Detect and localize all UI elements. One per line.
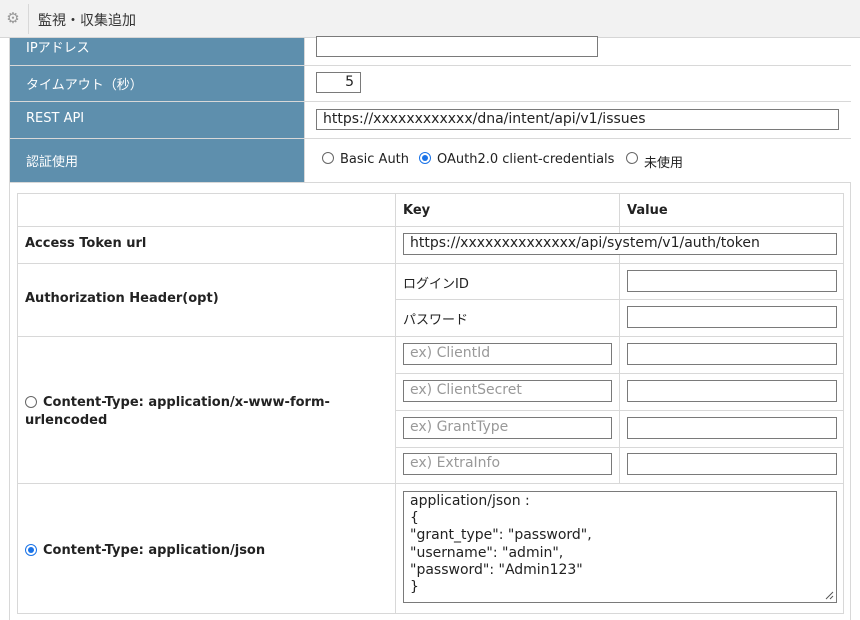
- row-divider: [395, 447, 843, 448]
- row-divider: [18, 483, 843, 484]
- row-divider: [395, 373, 843, 374]
- row-divider: [18, 263, 843, 264]
- gear-icon[interactable]: ⚙: [5, 10, 21, 26]
- timeout-label: タイムアウト（秒）: [26, 78, 143, 93]
- ip-address-input[interactable]: [316, 36, 598, 57]
- auth-none-radio[interactable]: [626, 152, 638, 164]
- rest-api-label: REST API: [26, 111, 85, 126]
- extra-info-value-input[interactable]: [627, 453, 837, 475]
- rest-api-row: REST API https://xxxxxxxxxxxx/dna/intent…: [10, 102, 851, 139]
- oauth-table: Key Value Access Token url https://xxxxx…: [17, 193, 844, 614]
- client-secret-value-input[interactable]: [627, 380, 837, 402]
- access-token-input[interactable]: https://xxxxxxxxxxxxxx/api/system/v1/aut…: [403, 233, 837, 255]
- auth-label: 認証使用: [26, 155, 79, 170]
- auth-basic-radio[interactable]: [322, 152, 334, 164]
- login-id-key: ログインID: [403, 277, 469, 292]
- row-divider: [395, 410, 843, 411]
- client-id-value-input[interactable]: [627, 343, 837, 365]
- row-divider: [395, 299, 843, 300]
- title-separator: [28, 4, 29, 34]
- grant-type-value-input[interactable]: [627, 417, 837, 439]
- auth-basic-label[interactable]: Basic Auth: [340, 152, 409, 167]
- client-secret-key-input[interactable]: ex) ClientSecret: [403, 380, 612, 402]
- auth-header-label: Authorization Header(opt): [25, 291, 219, 306]
- title-bar: ⚙ 監視・収集追加: [0, 0, 860, 38]
- timeout-row: タイムアウト（秒） 5: [10, 66, 851, 102]
- json-radio[interactable]: [25, 544, 37, 556]
- row-divider: [18, 226, 843, 227]
- json-label[interactable]: Content-Type: application/json: [43, 542, 265, 560]
- rest-api-input[interactable]: https://xxxxxxxxxxxx/dna/intent/api/v1/i…: [316, 109, 839, 130]
- client-id-key-input[interactable]: ex) ClientId: [403, 343, 612, 365]
- auth-none-label[interactable]: 未使用: [644, 152, 683, 171]
- access-token-label: Access Token url: [25, 236, 147, 251]
- auth-row: 認証使用 Basic Auth OAuth2.0 client-credenti…: [10, 139, 851, 183]
- column-divider: [395, 194, 396, 613]
- key-column-header: Key: [403, 203, 431, 218]
- resize-grip-icon[interactable]: [824, 590, 834, 600]
- login-id-input[interactable]: [627, 270, 837, 292]
- json-body-textarea[interactable]: application/json : { "grant_type": "pass…: [403, 491, 837, 603]
- password-key: パスワード: [403, 313, 469, 328]
- extra-info-key-input[interactable]: ex) ExtraInfo: [403, 453, 612, 475]
- row-divider: [18, 336, 843, 337]
- password-input[interactable]: [627, 306, 837, 328]
- value-column-header: Value: [627, 203, 668, 218]
- ip-address-row: IPアドレス: [10, 36, 851, 66]
- grant-type-key-input[interactable]: ex) GrantType: [403, 417, 612, 439]
- json-body-text: application/json : { "grant_type": "pass…: [410, 493, 592, 596]
- window-title: 監視・収集追加: [38, 13, 136, 29]
- auth-oauth-radio[interactable]: [419, 152, 431, 164]
- timeout-input[interactable]: 5: [316, 72, 361, 93]
- ip-address-label: IPアドレス: [26, 41, 90, 56]
- auth-oauth-label[interactable]: OAuth2.0 client-credentials: [437, 152, 614, 167]
- form-urlencoded-label[interactable]: Content-Type: application/x-www-form-url…: [25, 394, 355, 430]
